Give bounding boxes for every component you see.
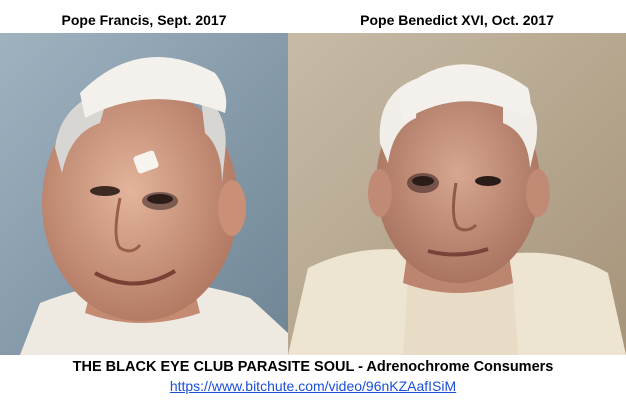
caption-right: Pope Benedict XVI, Oct. 2017 (360, 12, 554, 28)
headline: THE BLACK EYE CLUB PARASITE SOUL - Adren… (72, 359, 554, 375)
photo-pope-francis (0, 33, 288, 355)
photo-pope-benedict (288, 33, 626, 355)
photo-pope-francis-image (0, 33, 288, 355)
video-link[interactable]: https://www.bitchute.com/video/96nKZAafI… (0, 378, 626, 394)
photo-pope-benedict-image (288, 33, 626, 355)
caption-left: Pope Francis, Sept. 2017 (61, 12, 227, 28)
